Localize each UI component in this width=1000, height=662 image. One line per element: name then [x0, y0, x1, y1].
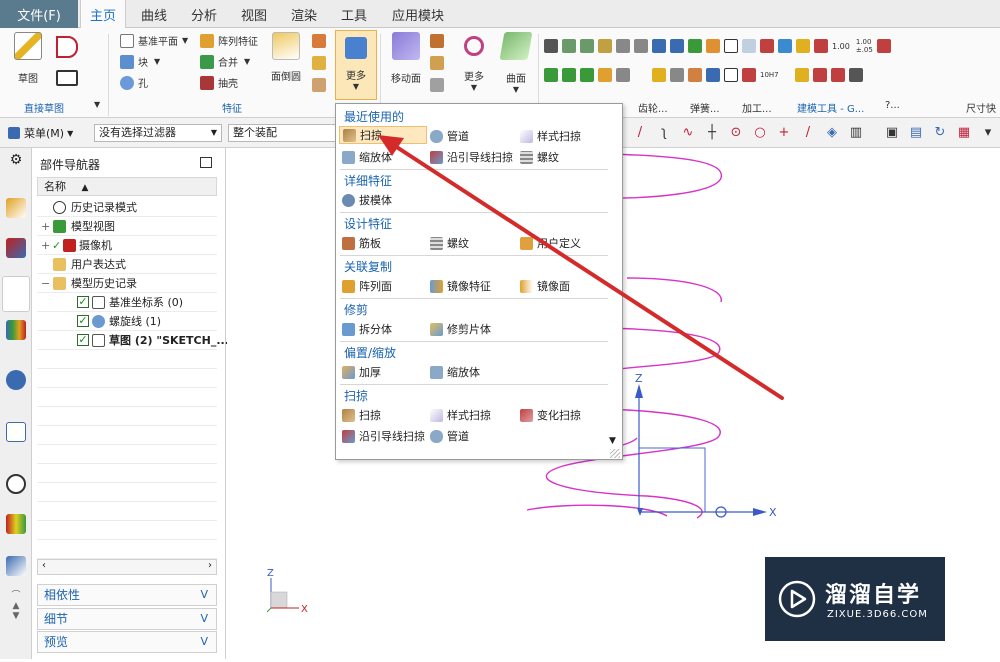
- watermark-logo: 溜溜自学 ZIXUE.3D66.COM: [765, 557, 945, 641]
- watermark-url: ZIXUE.3D66.COM: [827, 609, 928, 620]
- annotation-arrow: [390, 142, 784, 400]
- play-logo-icon: [778, 580, 816, 618]
- annotation-arrowhead: [378, 135, 404, 156]
- watermark-name: 溜溜自学: [825, 583, 922, 608]
